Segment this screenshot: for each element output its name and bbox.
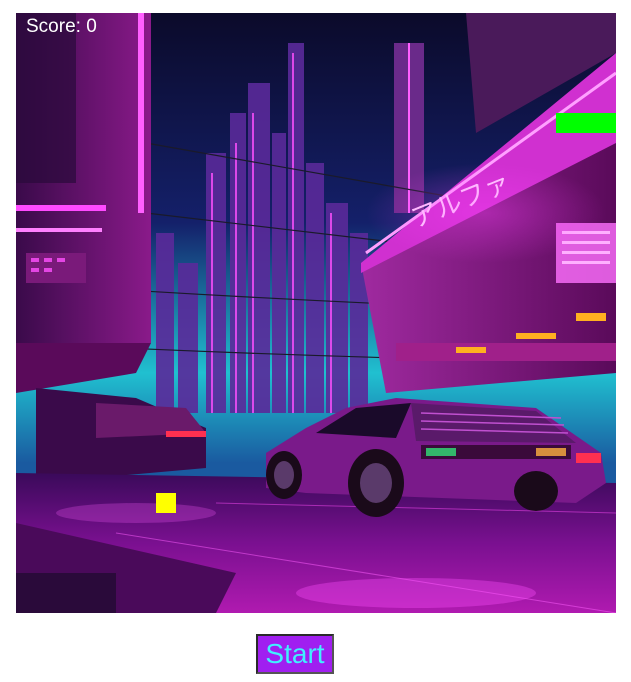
score-display: Score: 0: [26, 16, 97, 37]
cyberpunk-city-background: アルファ: [16, 13, 616, 613]
obstacle-block: [556, 113, 616, 133]
start-button[interactable]: Start: [256, 634, 334, 674]
game-canvas[interactable]: アルファ Score: 0: [16, 13, 616, 613]
player-block: [156, 493, 176, 513]
